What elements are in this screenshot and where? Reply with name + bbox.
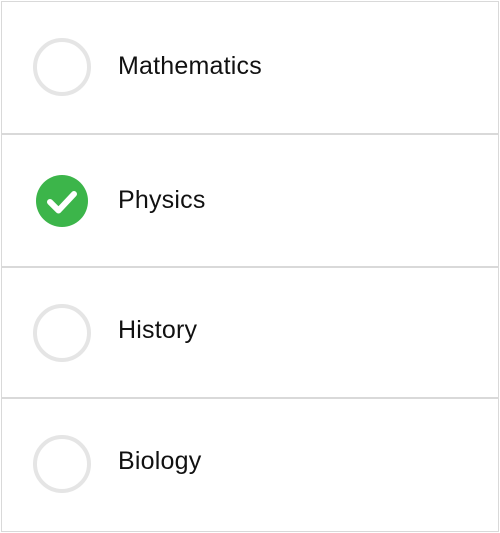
option-mathematics[interactable]: Mathematics: [2, 2, 498, 135]
option-label: History: [118, 316, 198, 344]
option-label: Physics: [118, 186, 206, 214]
radio-unchecked-icon[interactable]: [33, 304, 91, 362]
option-label: Mathematics: [118, 52, 262, 80]
radio-unchecked-icon[interactable]: [33, 38, 91, 96]
option-biology[interactable]: Biology: [2, 399, 498, 531]
subject-option-list: Mathematics Physics History Biology: [1, 1, 499, 532]
radio-checked-icon[interactable]: [33, 172, 91, 230]
radio-unchecked-icon[interactable]: [33, 435, 91, 493]
option-label: Biology: [118, 447, 202, 475]
option-physics[interactable]: Physics: [2, 135, 498, 268]
option-history[interactable]: History: [2, 268, 498, 399]
checkmark-icon: [36, 175, 88, 227]
